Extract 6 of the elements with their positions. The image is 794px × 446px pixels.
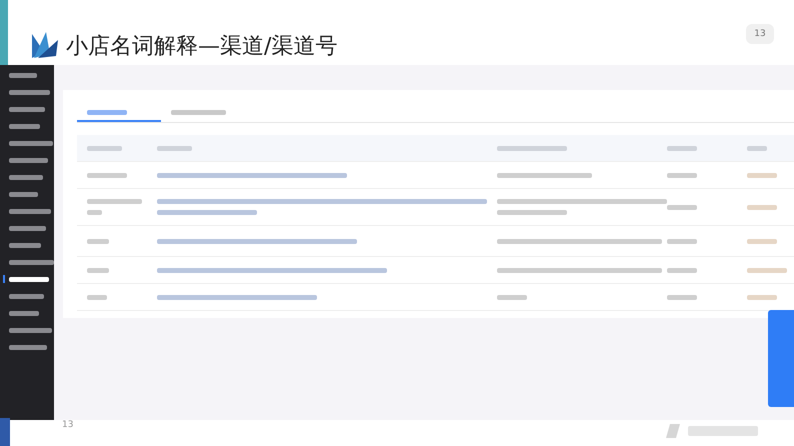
page-number: 13 xyxy=(746,24,774,44)
accent-stripe xyxy=(0,418,10,446)
footer-page-number: 13 xyxy=(62,420,74,430)
slide-title: 小店名词解释—渠道/渠道号 xyxy=(66,33,338,61)
logo-icon xyxy=(30,30,60,58)
accent-stripe xyxy=(0,0,8,65)
